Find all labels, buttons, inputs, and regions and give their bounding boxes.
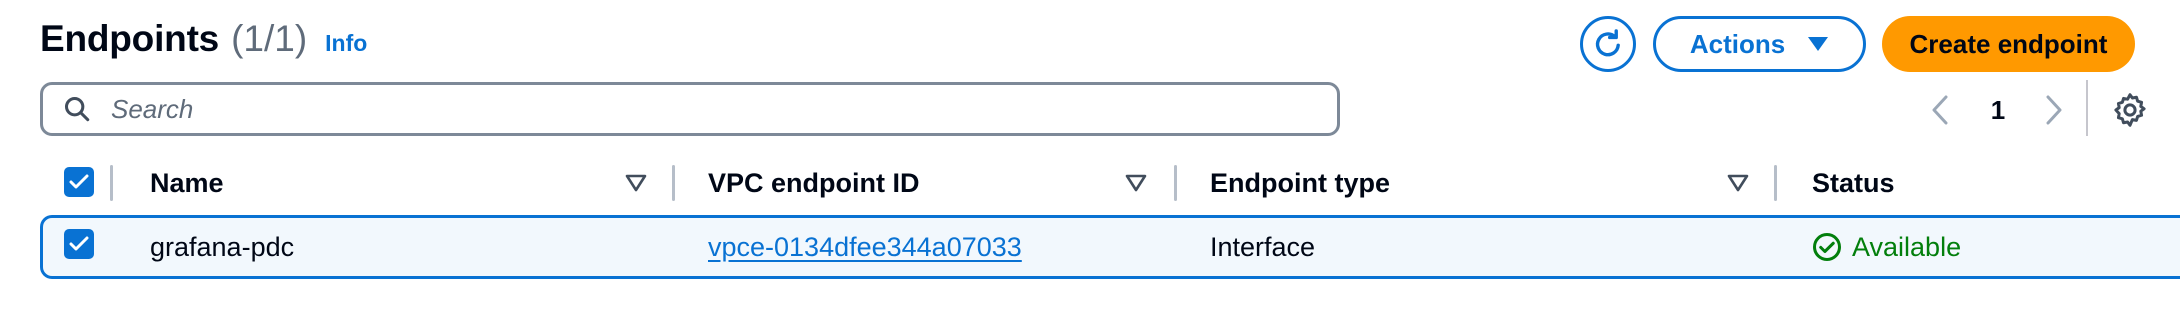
chevron-right-icon <box>2046 95 2062 125</box>
search-box[interactable] <box>40 82 1340 136</box>
row-select-checkbox[interactable] <box>64 229 94 259</box>
cell-endpoint-type: Interface <box>1210 231 1316 262</box>
search-icon <box>64 96 90 122</box>
page-header: Endpoints (1/1) Info <box>40 18 367 74</box>
column-divider[interactable] <box>672 165 675 201</box>
check-circle-icon <box>1813 233 1841 261</box>
current-page-number[interactable]: 1 <box>1980 92 2016 128</box>
checkmark-icon <box>69 174 89 189</box>
create-endpoint-button[interactable]: Create endpoint <box>1882 16 2135 72</box>
select-all-checkbox[interactable] <box>64 167 94 197</box>
preferences-button[interactable] <box>2108 88 2152 132</box>
column-divider[interactable] <box>1774 165 1777 201</box>
info-link[interactable]: Info <box>325 30 367 57</box>
sort-icon[interactable] <box>622 170 650 196</box>
chevron-left-icon <box>1932 95 1948 125</box>
column-header-status[interactable]: Status <box>1812 160 1895 206</box>
column-header-name[interactable]: Name <box>150 160 224 206</box>
create-endpoint-label: Create endpoint <box>1909 28 2108 59</box>
sort-icon[interactable] <box>1724 170 1752 196</box>
next-page-button[interactable] <box>2036 90 2072 130</box>
actions-dropdown-button[interactable]: Actions <box>1653 16 1866 72</box>
pagination-divider <box>2086 80 2088 136</box>
checkmark-icon <box>69 236 89 251</box>
cell-name: grafana-pdc <box>150 231 295 262</box>
selection-counter: (1/1) <box>231 18 308 59</box>
status-label: Available <box>1852 231 1962 262</box>
caret-down-icon <box>1808 37 1829 51</box>
status-indicator: Available <box>1812 227 1961 267</box>
gear-icon <box>2114 93 2146 127</box>
column-header-endpoint-type[interactable]: Endpoint type <box>1210 160 1390 206</box>
refresh-icon <box>1595 29 1620 57</box>
refresh-button[interactable] <box>1580 16 1636 72</box>
column-header-vpc-endpoint-id[interactable]: VPC endpoint ID <box>708 160 920 206</box>
column-divider[interactable] <box>1174 165 1177 201</box>
page-title: Endpoints <box>40 18 220 59</box>
column-divider[interactable] <box>110 165 113 201</box>
actions-label: Actions <box>1689 28 1786 59</box>
sort-icon[interactable] <box>1122 170 1150 196</box>
search-input[interactable] <box>109 92 1293 126</box>
vpc-endpoint-id-link[interactable]: vpce-0134dfee344a07033 <box>708 227 1022 267</box>
previous-page-button[interactable] <box>1922 90 1958 130</box>
